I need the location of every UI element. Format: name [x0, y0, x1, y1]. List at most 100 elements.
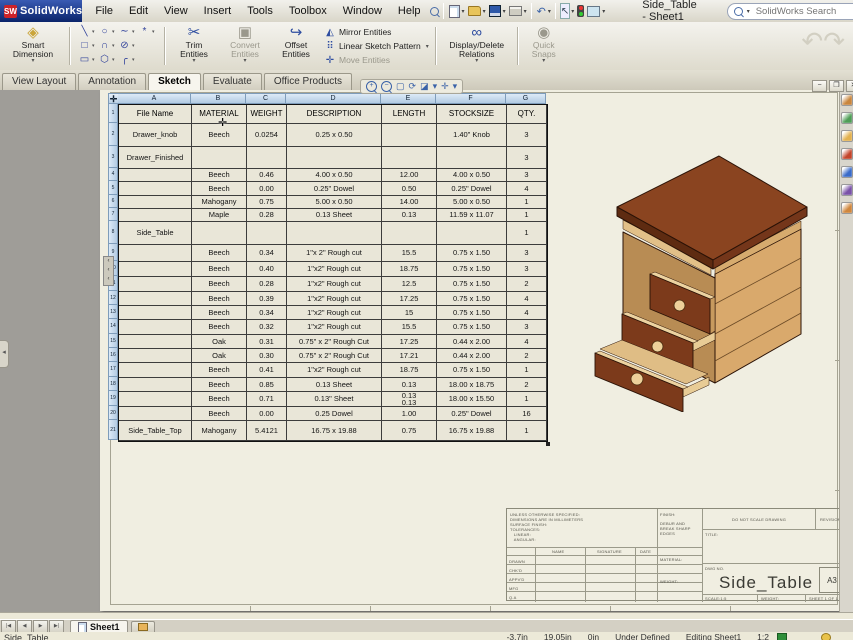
bom-cell[interactable]: 17.25 [382, 335, 437, 349]
display-delete-relations-button[interactable]: ∞ Display/Delete Relations ▾ [440, 22, 514, 70]
menu-help[interactable]: Help [391, 3, 428, 19]
bom-cell[interactable]: 1.40" Knob [437, 124, 507, 147]
tab-evaluate[interactable]: Evaluate [203, 73, 262, 90]
bom-cell[interactable]: 0.25 x 0.50 [287, 124, 382, 147]
tab-annotation[interactable]: Annotation [78, 73, 146, 90]
bom-cell[interactable]: Drawer_Finished [119, 147, 192, 169]
table-side-grip[interactable]: ‹‹‹ [103, 256, 114, 286]
smart-dimension-button[interactable]: ◈ Smart Dimension ▾ [0, 22, 66, 70]
row-header-13[interactable]: 13 [108, 305, 118, 319]
bom-cell[interactable]: 1 [507, 392, 547, 407]
bom-cell[interactable]: 5.4121 [247, 421, 287, 441]
column-header-B[interactable]: B [191, 93, 246, 104]
bom-cell[interactable] [247, 222, 287, 245]
bom-cell[interactable]: 0.71 [247, 392, 287, 407]
graphics-area[interactable]: ✛ ABCDEFG 123456789101112131415161718192… [0, 90, 853, 612]
bom-cell[interactable]: 1"x2" Rough cut [287, 363, 382, 378]
select-arrow-icon[interactable]: ↖ [560, 3, 570, 19]
bom-cell[interactable]: 0.13 Sheet [287, 209, 382, 222]
bom-cell[interactable]: 0.13" Sheet [287, 392, 382, 407]
bom-cell[interactable] [192, 147, 247, 169]
bom-cell[interactable]: 0.75" x 2" Rough Cut [287, 349, 382, 363]
rotate-view-icon[interactable]: ⟳ [409, 81, 417, 92]
row-header-4[interactable]: 4 [108, 168, 118, 181]
bom-cell[interactable]: 18.75 [382, 262, 437, 277]
bom-cell[interactable]: 0.44 x 2.00 [437, 349, 507, 363]
arc-icon[interactable]: ∩ [98, 40, 111, 52]
bom-cell[interactable]: Mahogany [192, 196, 247, 209]
column-header-A[interactable]: A [118, 93, 191, 104]
bom-cell[interactable] [437, 147, 507, 169]
bom-cell[interactable]: 0.41 [247, 363, 287, 378]
row-header-1[interactable]: 1 [108, 104, 118, 123]
bom-cell[interactable]: 1 [507, 196, 547, 209]
bom-cell[interactable]: 0.13 [382, 209, 437, 222]
bom-cell[interactable] [119, 392, 192, 407]
row-header-16[interactable]: 16 [108, 348, 118, 362]
point-icon[interactable]: * [138, 26, 151, 38]
bom-cell[interactable]: 0.13 [382, 378, 437, 392]
polygon-icon[interactable]: ⬡ [98, 54, 111, 66]
bom-cell[interactable]: 0.34 [247, 245, 287, 262]
bom-cell[interactable]: 16 [507, 407, 547, 421]
spline-icon[interactable]: ∼ [118, 26, 131, 38]
bom-cell[interactable]: Side_Table_Top [119, 421, 192, 441]
bom-cell[interactable]: 3 [507, 169, 547, 182]
search-box[interactable]: ▾ [727, 3, 853, 20]
bom-cell[interactable]: 0.25" Dowel [287, 182, 382, 196]
side-table-drawing-view[interactable] [592, 150, 827, 412]
bom-cell[interactable] [119, 363, 192, 378]
bom-cell[interactable]: 18.00 x 18.75 [437, 378, 507, 392]
bom-cell[interactable]: 0.75 x 1.50 [437, 262, 507, 277]
table-resize-handle[interactable] [546, 442, 550, 446]
bom-cell[interactable]: 1 [507, 363, 547, 378]
bom-cell[interactable]: 5.00 x 0.50 [437, 196, 507, 209]
bom-cell[interactable]: 1"x2" Rough cut [287, 292, 382, 306]
trim-entities-button[interactable]: ✂ Trim Entities ▾ [169, 22, 219, 70]
open-icon[interactable] [467, 3, 482, 19]
ellipse-icon[interactable]: ⊘ [118, 40, 131, 52]
bom-cell[interactable]: 4 [507, 182, 547, 196]
bom-cell[interactable]: Drawer_knob [119, 124, 192, 147]
bom-cell[interactable]: 0.28 [247, 277, 287, 292]
bom-cell[interactable]: 14.00 [382, 196, 437, 209]
bom-cell[interactable]: Beech [192, 407, 247, 421]
bom-cell[interactable]: 1 [507, 421, 547, 441]
zoom-in-icon[interactable]: + [366, 81, 377, 92]
offset-entities-button[interactable]: ↪ Offset Entities [271, 22, 321, 70]
column-header-E[interactable]: E [381, 93, 436, 104]
bom-cell[interactable]: Beech [192, 306, 247, 320]
fillet-icon[interactable]: ╭ [118, 54, 131, 66]
zoom-fit-icon[interactable]: ▢ [396, 81, 405, 92]
print-icon[interactable] [508, 3, 523, 19]
bom-cell[interactable]: 1.00 [382, 407, 437, 421]
bom-cell[interactable] [119, 306, 192, 320]
bom-cell[interactable]: 0.25" Dowel [437, 182, 507, 196]
bom-cell[interactable]: 18.75 [382, 363, 437, 378]
bom-cell[interactable]: 17.25 [382, 292, 437, 306]
feature-tree-collapse-tab[interactable]: ◂ [0, 340, 9, 368]
bom-cell[interactable] [119, 245, 192, 262]
bom-cell[interactable]: 3 [507, 147, 547, 169]
zoom-out-icon[interactable]: − [381, 81, 392, 92]
view-palette-icon[interactable] [841, 148, 853, 160]
move-entities-button[interactable]: ✛ Move Entities [321, 54, 432, 67]
pan-icon[interactable]: ✛ [441, 81, 449, 92]
bom-cell[interactable]: Beech [192, 277, 247, 292]
bom-cell[interactable]: 1"x2" Rough cut [287, 277, 382, 292]
bom-cell[interactable]: 0.46 [247, 169, 287, 182]
traffic-light-icon[interactable] [576, 3, 585, 19]
bom-cell[interactable]: 12.5 [382, 277, 437, 292]
bom-header-cell[interactable]: File Name [119, 105, 192, 124]
bom-cell[interactable]: Side_Table [119, 222, 192, 245]
tab-view-layout[interactable]: View Layout [2, 73, 76, 90]
bom-cell[interactable]: Beech [192, 182, 247, 196]
bom-cell[interactable] [287, 222, 382, 245]
bom-cell[interactable] [119, 292, 192, 306]
bom-cell[interactable] [287, 147, 382, 169]
bom-cell[interactable] [119, 320, 192, 335]
row-header-6[interactable]: 6 [108, 195, 118, 208]
magnifier-icon[interactable] [429, 3, 440, 19]
row-header-15[interactable]: 15 [108, 334, 118, 348]
bom-cell[interactable] [382, 124, 437, 147]
